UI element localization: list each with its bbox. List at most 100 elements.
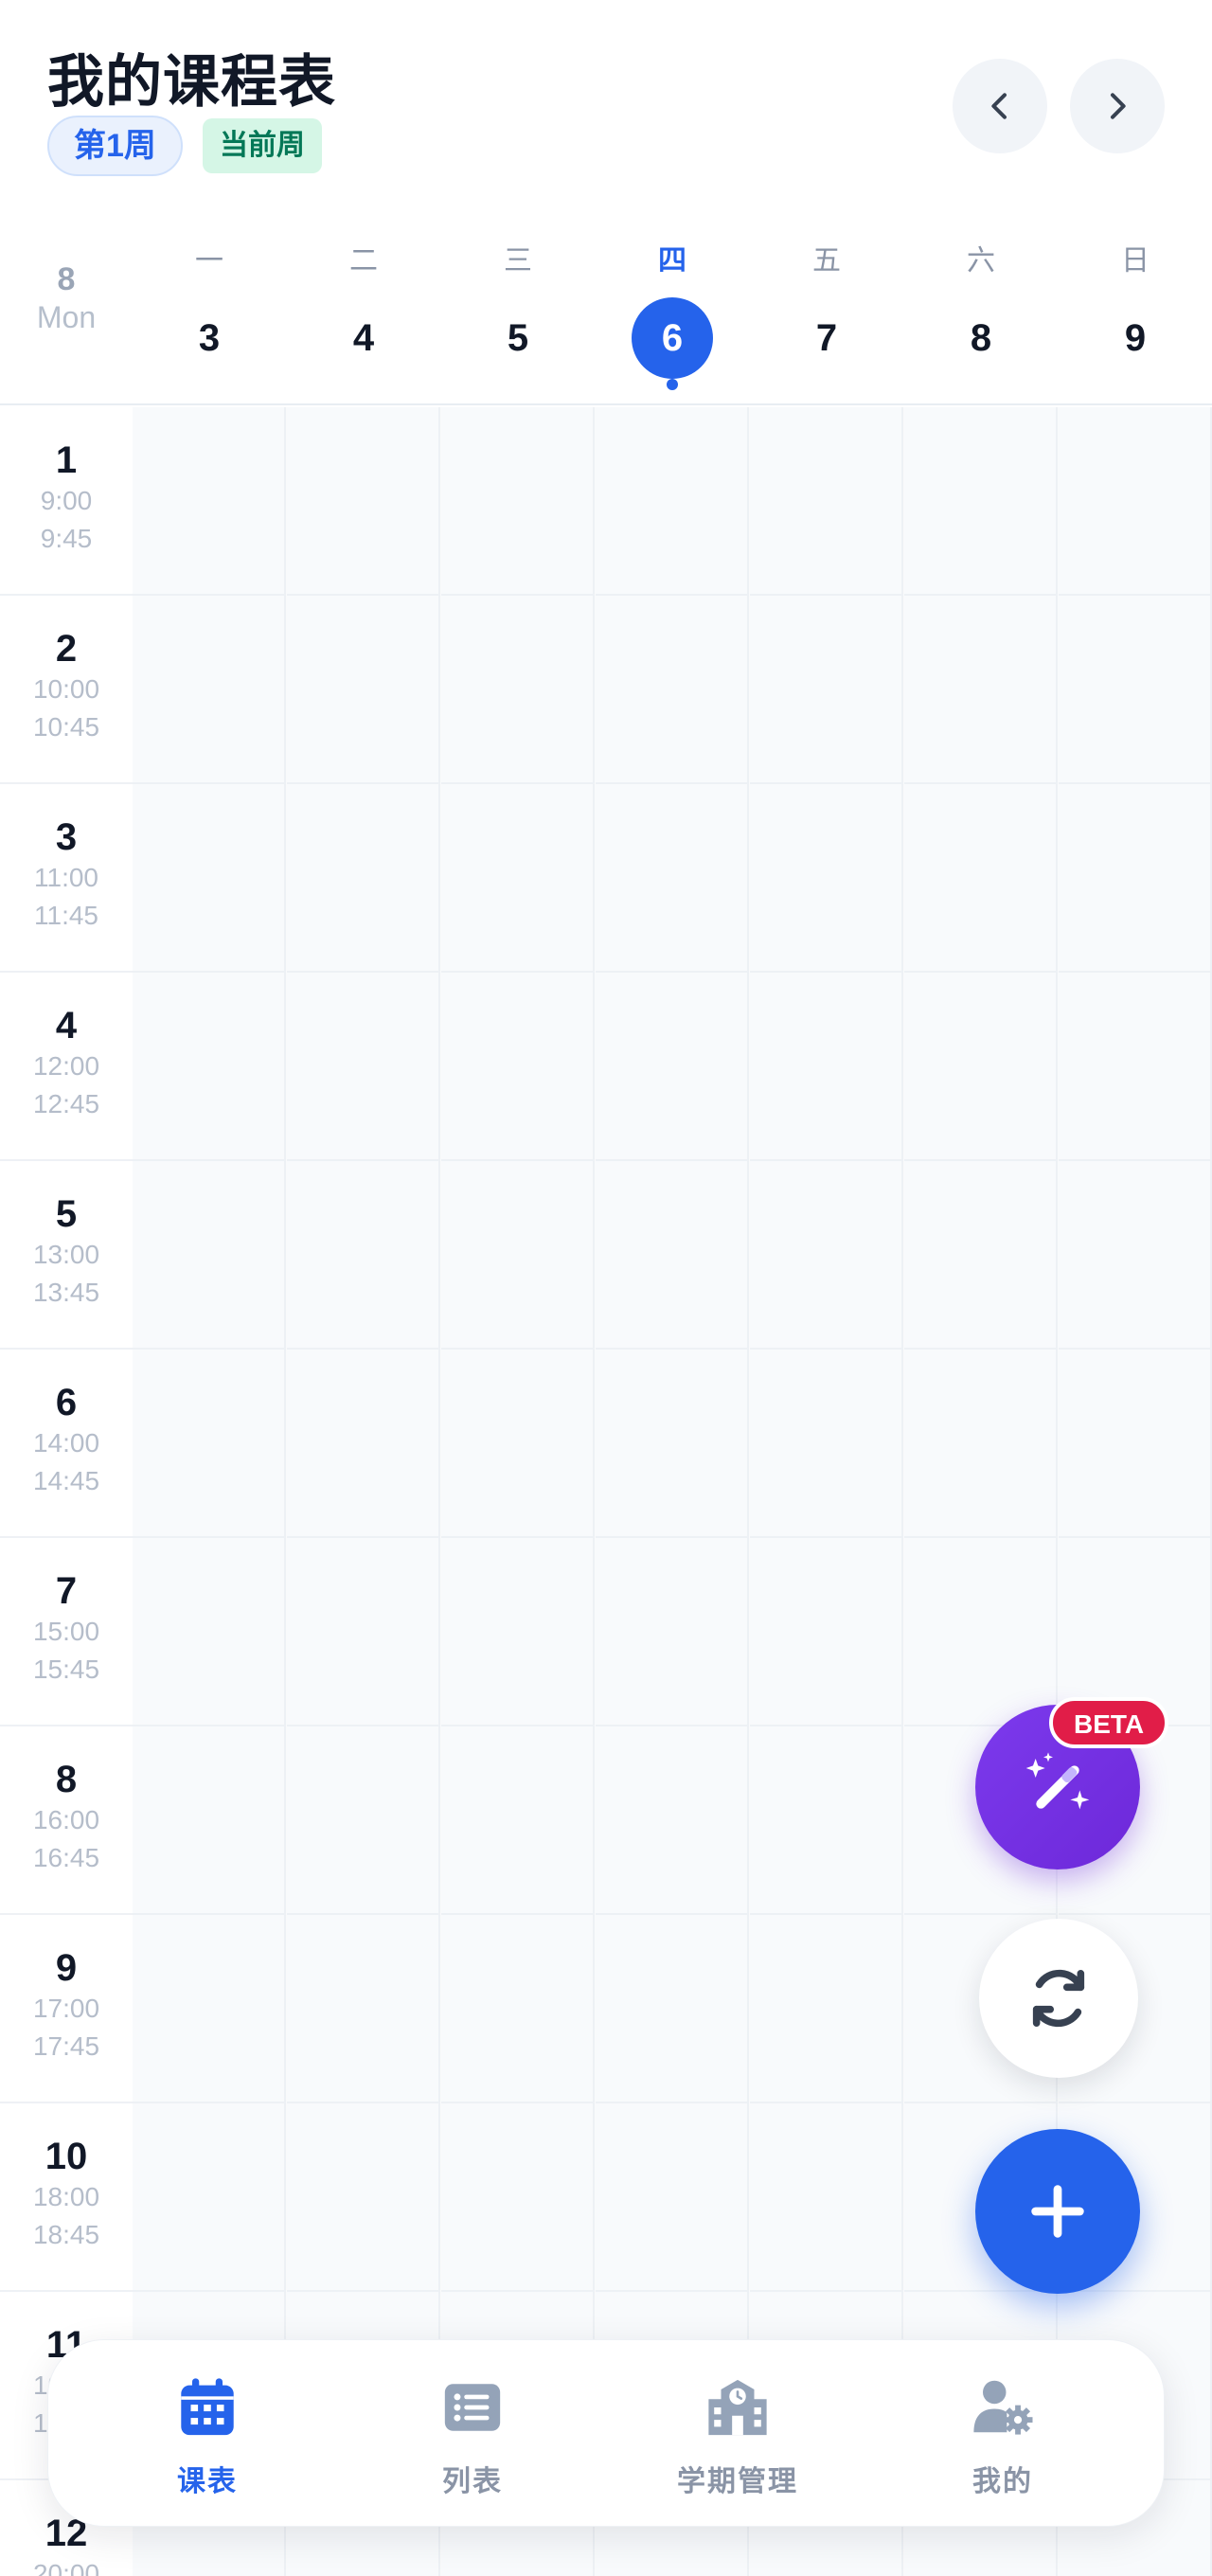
timetable-cell[interactable] xyxy=(1059,407,1212,596)
tab-profile[interactable]: 我的 xyxy=(889,2374,1116,2499)
timetable-cell[interactable] xyxy=(287,1350,440,1538)
period-label: 9 17:00 17:45 xyxy=(0,1915,133,2103)
timetable-cell[interactable] xyxy=(441,407,595,596)
timetable-cell[interactable] xyxy=(133,1915,286,2103)
tab-list[interactable]: 列表 xyxy=(359,2374,586,2499)
timetable-cell[interactable] xyxy=(441,1915,595,2103)
timetable-cell[interactable] xyxy=(133,2103,286,2292)
timetable-cell[interactable] xyxy=(596,1726,749,1915)
timetable-cell[interactable] xyxy=(750,1350,903,1538)
timetable-cell[interactable] xyxy=(904,784,1058,973)
timetable-cell[interactable] xyxy=(596,407,749,596)
timetable-cell[interactable] xyxy=(1059,596,1212,784)
timetable-cell[interactable] xyxy=(596,973,749,1161)
month-number: 8 xyxy=(57,261,76,297)
timetable-cell[interactable] xyxy=(596,784,749,973)
timetable-cell[interactable] xyxy=(287,596,440,784)
period-end-time: 12:45 xyxy=(32,1089,100,1118)
timetable-cell[interactable] xyxy=(904,596,1058,784)
day-column-header[interactable]: 四6 xyxy=(596,242,749,390)
timetable-cell[interactable] xyxy=(750,1538,903,1726)
timetable-cell[interactable] xyxy=(904,1161,1058,1350)
day-date: 8 xyxy=(970,317,992,359)
period-start-time: 16:00 xyxy=(32,1805,100,1834)
period-start-time: 13:00 xyxy=(32,1240,100,1269)
timetable-cell[interactable] xyxy=(750,1726,903,1915)
timetable-cell[interactable] xyxy=(133,973,286,1161)
timetable-cell[interactable] xyxy=(441,1726,595,1915)
period-end-time: 15:45 xyxy=(32,1655,100,1684)
timetable-cell[interactable] xyxy=(133,407,286,596)
prev-week-button[interactable] xyxy=(953,59,1047,153)
period-label: 1 9:00 9:45 xyxy=(0,407,133,596)
timetable-cell[interactable] xyxy=(750,596,903,784)
period-label: 8 16:00 16:45 xyxy=(0,1726,133,1915)
period-end-time: 17:45 xyxy=(32,2031,100,2061)
day-column-header[interactable]: 一3 xyxy=(133,242,286,379)
timetable-cell[interactable] xyxy=(1059,1161,1212,1350)
chevron-right-icon xyxy=(1111,93,1126,119)
timetable-cell[interactable] xyxy=(596,596,749,784)
timetable-cell[interactable] xyxy=(287,407,440,596)
tab-schedule[interactable]: 课表 xyxy=(94,2374,321,2499)
timetable-cell[interactable] xyxy=(441,1350,595,1538)
timetable-cell[interactable] xyxy=(133,1350,286,1538)
timetable-cell[interactable] xyxy=(441,973,595,1161)
timetable-cell[interactable] xyxy=(750,784,903,973)
timetable-cell[interactable] xyxy=(287,2103,440,2292)
timetable-cell[interactable] xyxy=(441,784,595,973)
timetable-cell[interactable] xyxy=(441,596,595,784)
timetable-cell[interactable] xyxy=(596,2103,749,2292)
timetable-cell[interactable] xyxy=(287,1915,440,2103)
chevron-left-icon xyxy=(991,93,1007,119)
timetable-cell[interactable] xyxy=(596,1538,749,1726)
day-column-header[interactable]: 三5 xyxy=(441,242,595,379)
timetable-cell[interactable] xyxy=(287,784,440,973)
timetable-cell[interactable] xyxy=(596,1350,749,1538)
timetable-cell[interactable] xyxy=(596,1915,749,2103)
timetable-cell[interactable] xyxy=(1059,973,1212,1161)
header: 我的课程表 第1周 当前周 xyxy=(0,0,1212,218)
timetable-cell[interactable] xyxy=(904,407,1058,596)
timetable-cell[interactable] xyxy=(750,1161,903,1350)
day-column-header[interactable]: 五7 xyxy=(750,242,903,379)
period-number: 4 xyxy=(55,1005,78,1046)
weekday-name: 三 xyxy=(504,245,532,277)
sync-button[interactable] xyxy=(979,1919,1138,2078)
timetable-cell[interactable] xyxy=(287,973,440,1161)
day-column-header[interactable]: 二4 xyxy=(287,242,440,379)
week-selector[interactable]: 第1周 xyxy=(47,116,183,176)
period-end-time: 9:45 xyxy=(40,524,93,553)
timetable-cell[interactable] xyxy=(133,1726,286,1915)
timetable-cell[interactable] xyxy=(904,1350,1058,1538)
page-title: 我的课程表 xyxy=(47,50,336,114)
timetable-cell[interactable] xyxy=(133,1538,286,1726)
timetable-cell[interactable] xyxy=(287,1726,440,1915)
day-column-header[interactable]: 日9 xyxy=(1059,242,1212,379)
timetable-cell[interactable] xyxy=(133,1161,286,1350)
timetable-cell[interactable] xyxy=(441,2103,595,2292)
next-week-button[interactable] xyxy=(1070,59,1165,153)
timetable-cell[interactable] xyxy=(904,973,1058,1161)
add-course-button[interactable] xyxy=(975,2129,1140,2294)
month-label: Mon xyxy=(36,300,97,334)
day-column-header[interactable]: 六8 xyxy=(904,242,1058,379)
period-number: 5 xyxy=(55,1193,78,1235)
period-start-time: 10:00 xyxy=(32,674,100,704)
timetable-cell[interactable] xyxy=(133,784,286,973)
tab-list-label: 列表 xyxy=(442,2466,503,2497)
timetable-cell[interactable] xyxy=(904,1538,1058,1726)
timetable-cell[interactable] xyxy=(441,1538,595,1726)
timetable-cell[interactable] xyxy=(441,1161,595,1350)
timetable-cell[interactable] xyxy=(596,1161,749,1350)
timetable-cell[interactable] xyxy=(133,596,286,784)
timetable-cell[interactable] xyxy=(750,973,903,1161)
timetable-cell[interactable] xyxy=(750,2103,903,2292)
timetable-cell[interactable] xyxy=(750,1915,903,2103)
timetable-cell[interactable] xyxy=(287,1161,440,1350)
tab-semester[interactable]: 学期管理 xyxy=(624,2374,851,2499)
timetable-cell[interactable] xyxy=(287,1538,440,1726)
timetable-cell[interactable] xyxy=(1059,1350,1212,1538)
timetable-cell[interactable] xyxy=(750,407,903,596)
timetable-cell[interactable] xyxy=(1059,784,1212,973)
